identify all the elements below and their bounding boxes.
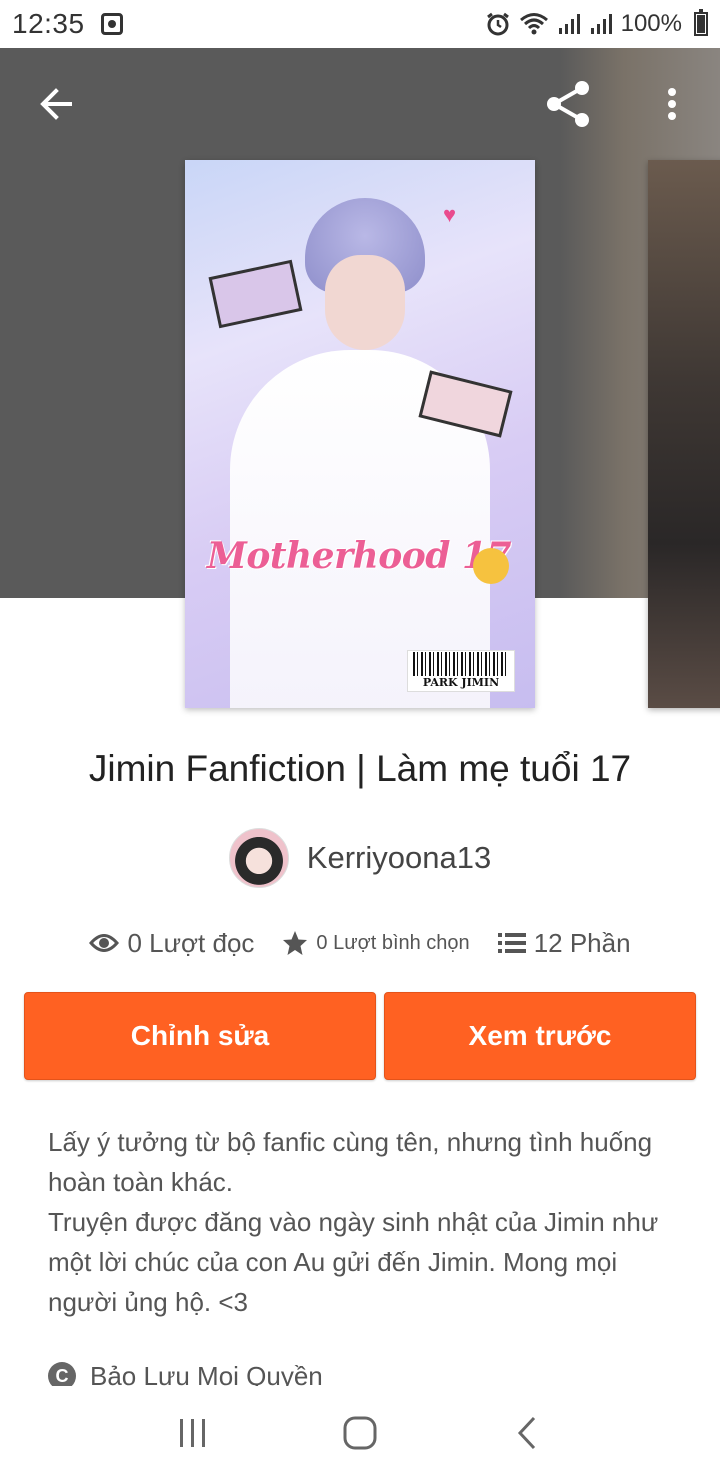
alarm-icon — [486, 12, 509, 36]
home-icon — [343, 1416, 377, 1450]
arrow-left-icon — [40, 88, 72, 120]
reads-count: 0 Lượt đọc — [127, 927, 255, 958]
heart-icon: ♥ — [443, 202, 457, 227]
barcode-text: PARK JIMIN — [422, 676, 500, 689]
author-avatar[interactable] — [228, 828, 289, 888]
nav-back-button[interactable] — [497, 1403, 557, 1463]
list-icon — [497, 933, 526, 953]
story-title: Jimin Fanfiction | Làm mẹ tuổi 17 — [88, 748, 632, 789]
preview-button[interactable]: Xem trước — [384, 992, 696, 1080]
home-button[interactable] — [330, 1403, 390, 1463]
edit-button[interactable]: Chỉnh sửa — [24, 992, 376, 1080]
share-icon — [547, 81, 589, 127]
votes-count: 0 Lượt bình chọn — [316, 931, 470, 954]
wifi-icon — [519, 13, 548, 35]
battery-percent: 100% — [620, 10, 682, 37]
barcode-icon — [413, 652, 509, 676]
description-paragraph: Lấy ý tưởng từ bộ fanfic cùng tên, nhưng… — [48, 1127, 653, 1197]
stat-votes: 0 Lượt bình chọn — [282, 930, 470, 956]
back-button[interactable] — [28, 76, 84, 132]
next-story-cover[interactable] — [648, 160, 720, 708]
story-details-screen: 12:35 100% ♥ Motherhood 17 PARK JIMIN Ji… — [0, 0, 720, 1480]
status-bar: 12:35 100% — [0, 0, 720, 48]
share-button[interactable] — [540, 76, 596, 132]
star-icon — [283, 931, 308, 955]
kiss-emoji-icon — [473, 548, 509, 584]
status-icons: 100% — [485, 9, 708, 38]
cover-barcode: PARK JIMIN — [407, 650, 515, 692]
screen-record-icon — [100, 13, 123, 35]
recent-apps-button[interactable] — [163, 1403, 223, 1463]
description-paragraph: Truyện được đăng vào ngày sinh nhật của … — [48, 1207, 659, 1317]
system-nav-bar — [0, 1386, 720, 1480]
cover-title-text: Motherhood 17 — [207, 535, 512, 577]
battery-icon — [694, 9, 708, 36]
parts-count: 12 Phần — [533, 927, 631, 958]
stat-reads: 0 Lượt đọc — [89, 928, 254, 959]
cover-art-frame — [208, 259, 303, 329]
back-chevron-icon — [517, 1416, 535, 1450]
author-row[interactable]: Kerriyoona13 — [0, 826, 720, 890]
signal-icon-1 — [558, 14, 580, 34]
status-time: 12:35 — [12, 8, 85, 39]
cover-art-face — [325, 255, 405, 350]
more-vert-icon — [668, 88, 676, 120]
signal-icon-2 — [590, 14, 612, 34]
story-description: Lấy ý tưởng từ bộ fanfic cùng tên, nhưng… — [48, 1122, 678, 1322]
recent-apps-icon — [180, 1419, 206, 1447]
stat-parts: 12 Phần — [497, 927, 631, 959]
eye-icon — [89, 934, 120, 952]
story-cover[interactable]: ♥ Motherhood 17 PARK JIMIN — [185, 160, 535, 708]
more-options-button[interactable] — [644, 76, 700, 132]
story-stats: 0 Lượt đọc 0 Lượt bình chọn 12 Phần — [0, 918, 720, 968]
author-name[interactable]: Kerriyoona13 — [307, 840, 491, 876]
